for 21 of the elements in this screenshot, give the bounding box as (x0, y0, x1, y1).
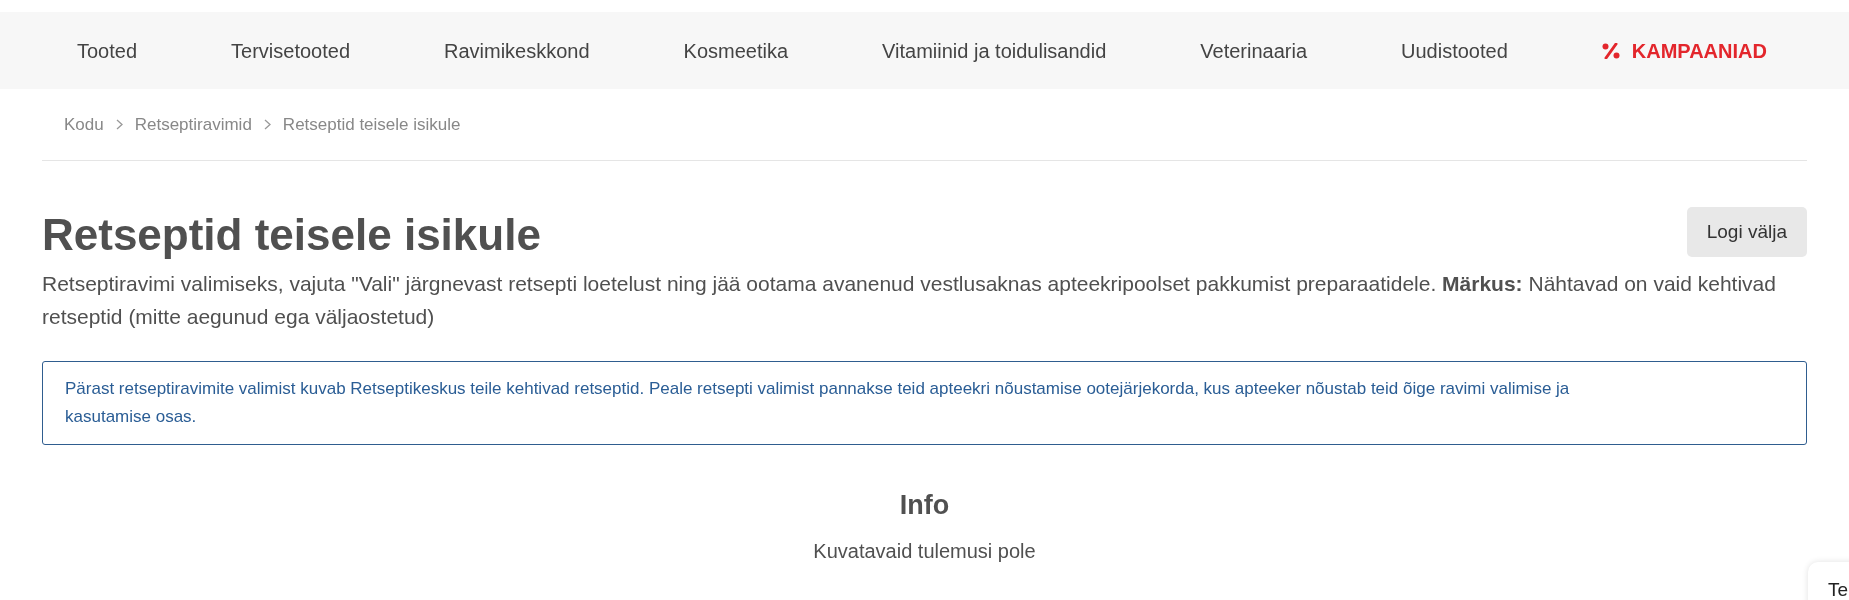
nav-link[interactable]: Tooted (77, 35, 138, 66)
nav-link[interactable]: Kosmeetika (683, 35, 789, 66)
nav-link[interactable]: Veterinaaria (1200, 35, 1308, 66)
nav-link[interactable]: Ravimikeskkond (444, 35, 590, 66)
notice-text: Pärast retseptiravimite valimist kuvab Retseptikeskus teile kehtivad retseptid. Peale retsepti valimist pannakse teid apteekri nõustamise ootejärjekorda, kus apteeker nõustab teid õige ravimi valimise ja kasutamise osas. (65, 378, 1571, 429)
page-title: Retseptid teisele isikule (42, 211, 541, 260)
nav-link[interactable]: Uudistooted (1401, 35, 1508, 66)
nav-link[interactable]: Tervisetooted (231, 35, 350, 66)
chat-widget[interactable]: Te (1808, 562, 1849, 600)
chevron-right-icon (263, 119, 271, 130)
breadcrumb-current: Retseptid teisele isikule (282, 113, 461, 136)
logout-button[interactable]: Logi välja (1686, 207, 1807, 257)
campaigns-link[interactable]: KAMPAANIAD (1601, 35, 1767, 66)
breadcrumb-link[interactable]: Kodu (64, 111, 104, 138)
intro-text: Retseptiravimi valimiseks, vajuta "Vali" järgnevast retsepti loetelust ning jää ootama avanenud vestlusaknas apteekripoolset pakkumist preparaatidele. Märkus: Nähtavad on vaid kehtivad retseptid (mitte aegunud ega väljaostetud) (42, 271, 1777, 331)
breadcrumb-link[interactable]: Retseptiravimid (134, 111, 252, 138)
chevron-right-icon (115, 119, 123, 130)
nav-link[interactable]: Vitamiinid ja toidulisandid (882, 35, 1107, 66)
info-message: Kuvatavaid tulemusi pole (813, 538, 1036, 564)
percent-icon (1601, 42, 1620, 59)
info-title: Info (899, 489, 950, 523)
